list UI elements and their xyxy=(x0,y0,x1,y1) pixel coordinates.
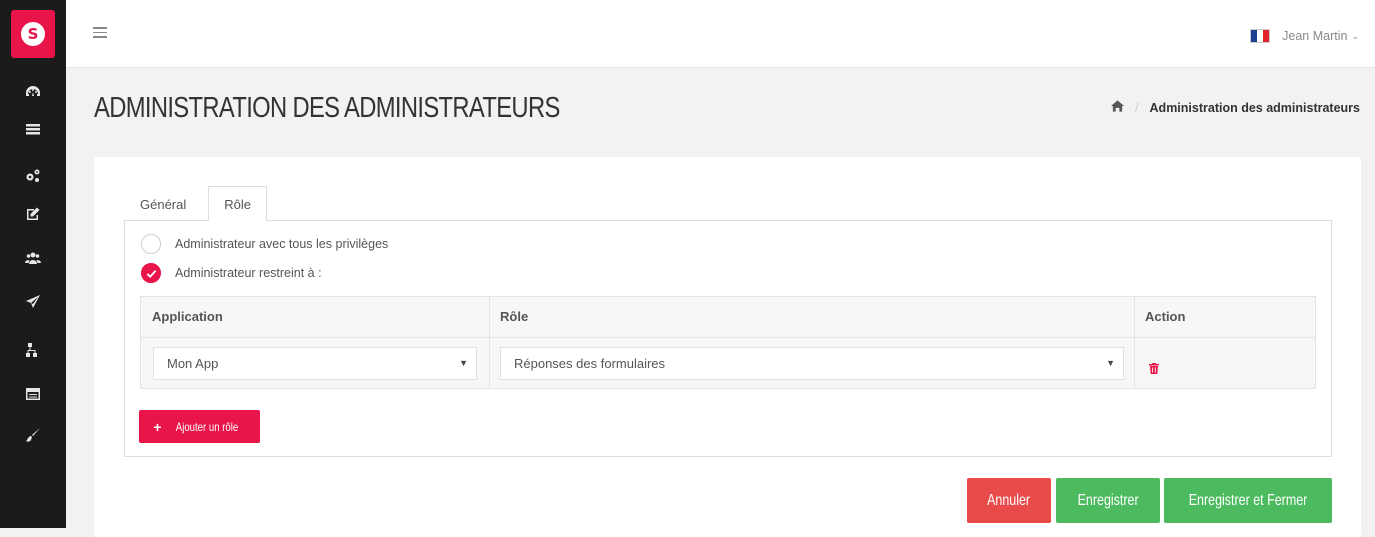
page-title: ADMINISTRATION DES ADMINISTRATEURS xyxy=(94,92,560,124)
column-divider xyxy=(489,297,490,388)
row-divider xyxy=(141,337,1315,338)
column-header-action: Action xyxy=(1145,309,1186,324)
application-select[interactable]: Mon App ▼ xyxy=(153,347,477,380)
save-close-label: Enregistrer et Fermer xyxy=(1188,491,1308,509)
user-name: Jean Martin xyxy=(1282,29,1348,43)
tab-content-role: Administrateur avec tous les privilèges … xyxy=(124,220,1332,457)
radio-option-all-privileges[interactable]: Administrateur avec tous les privilèges xyxy=(141,234,388,254)
french-flag-icon[interactable] xyxy=(1250,29,1271,43)
column-divider xyxy=(1134,297,1135,388)
users-icon[interactable] xyxy=(23,248,43,268)
caret-down-icon: ▼ xyxy=(459,358,468,368)
tab-general[interactable]: Général xyxy=(124,186,202,221)
save-label: Enregistrer xyxy=(1077,491,1139,509)
cancel-button[interactable]: Annuler xyxy=(967,478,1051,523)
brush-icon[interactable] xyxy=(23,425,43,445)
caret-down-icon: ▼ xyxy=(1106,358,1115,368)
app-logo[interactable]: S xyxy=(11,10,55,58)
sidebar: S xyxy=(0,0,66,528)
checkmark-icon xyxy=(146,269,156,278)
tab-role[interactable]: Rôle xyxy=(208,186,267,221)
dashboard-icon[interactable] xyxy=(23,82,43,102)
plus-icon: + xyxy=(153,418,162,435)
roles-table: Application Rôle Action Mon App ▼ Répons… xyxy=(140,296,1316,389)
sitemap-icon[interactable] xyxy=(23,340,43,360)
tab-bar: Général Rôle xyxy=(124,186,267,221)
radio-unchecked[interactable] xyxy=(141,234,161,254)
breadcrumb-separator: / xyxy=(1135,100,1139,115)
radio-label-restricted: Administrateur restreint à : xyxy=(175,266,322,280)
radio-label-all: Administrateur avec tous les privilèges xyxy=(175,237,389,251)
chevron-down-icon: ⌄ xyxy=(1351,30,1359,41)
add-role-label: Ajouter un rôle xyxy=(175,419,238,434)
logo-letter: S xyxy=(21,22,45,46)
delete-role-trash-icon[interactable] xyxy=(1149,359,1159,374)
breadcrumb-current: Administration des administrateurs xyxy=(1149,100,1360,115)
add-role-button[interactable]: + Ajouter un rôle xyxy=(139,410,260,443)
list-icon[interactable] xyxy=(23,120,43,140)
save-button[interactable]: Enregistrer xyxy=(1056,478,1160,523)
home-icon[interactable] xyxy=(1111,100,1125,115)
top-bar: Jean Martin ⌄ xyxy=(66,0,1375,68)
radio-option-restricted[interactable]: Administrateur restreint à : xyxy=(141,263,322,283)
breadcrumb: / Administration des administrateurs xyxy=(1111,100,1360,115)
table-icon[interactable] xyxy=(23,384,43,404)
cogs-icon[interactable] xyxy=(23,166,43,186)
save-and-close-button[interactable]: Enregistrer et Fermer xyxy=(1164,478,1332,523)
cancel-label: Annuler xyxy=(987,491,1031,509)
application-select-value: Mon App xyxy=(167,356,219,371)
role-select[interactable]: Réponses des formulaires ▼ xyxy=(500,347,1124,380)
column-header-application: Application xyxy=(152,309,223,324)
role-select-value: Réponses des formulaires xyxy=(514,356,666,371)
send-icon[interactable] xyxy=(23,292,43,312)
column-header-role: Rôle xyxy=(500,309,529,324)
edit-icon[interactable] xyxy=(23,204,43,224)
radio-checked[interactable] xyxy=(141,263,161,283)
user-menu[interactable]: Jean Martin ⌄ xyxy=(1250,29,1359,43)
hamburger-menu-icon[interactable] xyxy=(93,27,107,38)
